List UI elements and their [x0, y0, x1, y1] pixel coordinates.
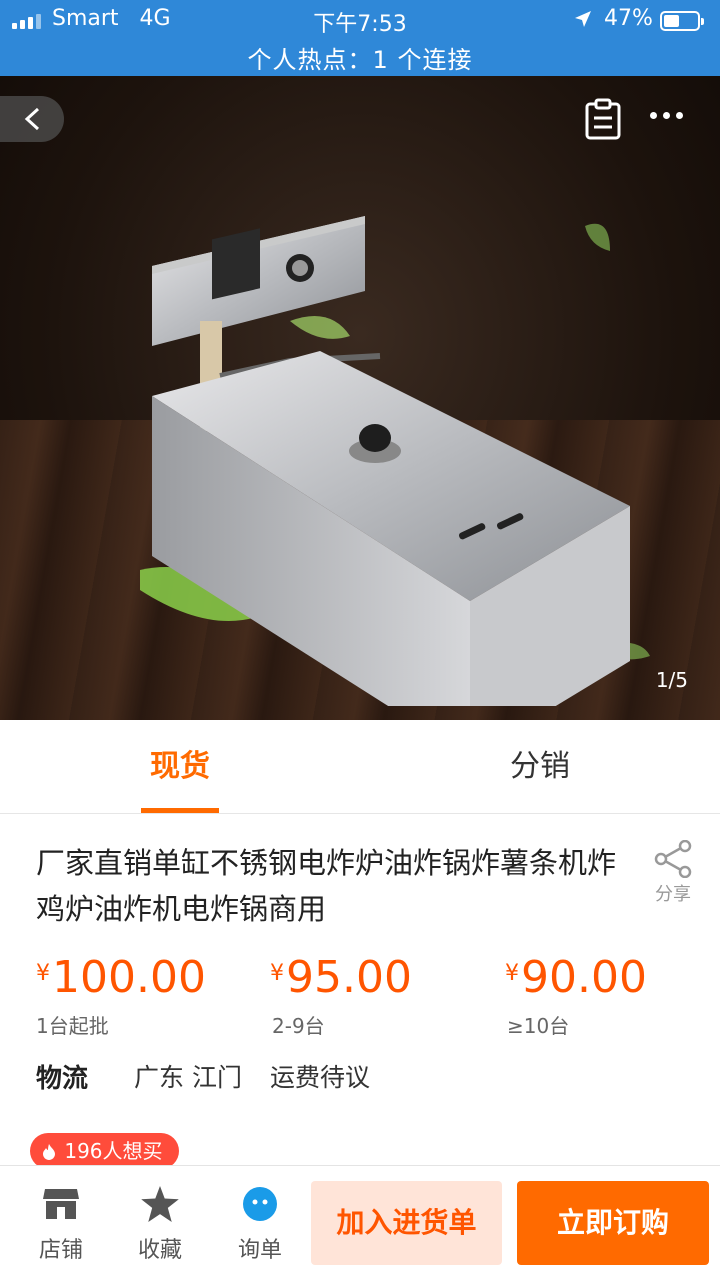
tier-label-1: 1台起批 [36, 1014, 109, 1038]
popularity-badge: 196人想买 [30, 1133, 179, 1169]
battery-percent: 47% [604, 6, 653, 31]
flame-icon [42, 1139, 62, 1163]
product-title: 厂家直销单缸不锈钢电炸炉油炸锅炸薯条机炸鸡炉油炸机电炸锅商用 [36, 846, 617, 926]
hotspot-banner[interactable]: 个人热点：1 个连接 [0, 40, 720, 75]
more-icon[interactable] [650, 112, 683, 119]
share-label: 分享 [655, 884, 691, 905]
bottom-action-bar: 店铺 收藏 询单 加入进货单 立即订购 [0, 1165, 720, 1280]
favorite-button[interactable]: 收藏 [125, 1182, 195, 1264]
tier-label-2: 2-9台 [272, 1014, 325, 1038]
tab-spot-goods[interactable]: 现货 [0, 720, 360, 814]
add-to-cart-button[interactable]: 加入进货单 [311, 1181, 502, 1265]
clipboard-button[interactable] [584, 98, 622, 144]
star-icon [141, 1186, 179, 1222]
price-tier-1: ¥100.00 [36, 952, 206, 1003]
back-button[interactable] [0, 96, 64, 142]
inquiry-label: 询单 [237, 1238, 282, 1263]
battery-icon [660, 11, 704, 31]
inquiry-button[interactable]: 询单 [225, 1182, 295, 1264]
tab-distribution[interactable]: 分销 [360, 720, 720, 814]
logistics-location: 广东 江门 [134, 1063, 242, 1092]
location-arrow-icon [575, 11, 591, 27]
logistics-fee: 运费待议 [270, 1063, 371, 1092]
product-image [140, 216, 650, 706]
tier-label-3: ≥10台 [507, 1014, 570, 1038]
image-counter: 1/5 [655, 668, 688, 692]
store-button[interactable]: 店铺 [26, 1182, 96, 1264]
price-tier-3: ¥90.00 [505, 952, 647, 1003]
logistics-label: 物流 [36, 1064, 89, 1094]
favorite-label: 收藏 [137, 1238, 182, 1263]
buy-now-button[interactable]: 立即订购 [517, 1181, 709, 1265]
back-icon [24, 107, 40, 131]
status-bar: Smart 4G 下午7:53 47% 个人热点：1 个连接 [0, 0, 720, 76]
chat-icon [243, 1187, 277, 1221]
clipboard-icon [585, 98, 621, 140]
product-image-gallery[interactable]: 1/5 [0, 76, 720, 720]
share-button[interactable]: 分享 [648, 840, 698, 906]
price-tier-2: ¥95.00 [270, 952, 412, 1003]
share-icon [654, 840, 692, 878]
battery-level [664, 15, 679, 27]
active-tab-indicator [141, 808, 219, 813]
store-icon [43, 1189, 79, 1219]
popularity-text: 196人想买 [64, 1139, 163, 1163]
store-label: 店铺 [38, 1238, 83, 1263]
tab-bar: 现货 分销 [0, 720, 720, 814]
